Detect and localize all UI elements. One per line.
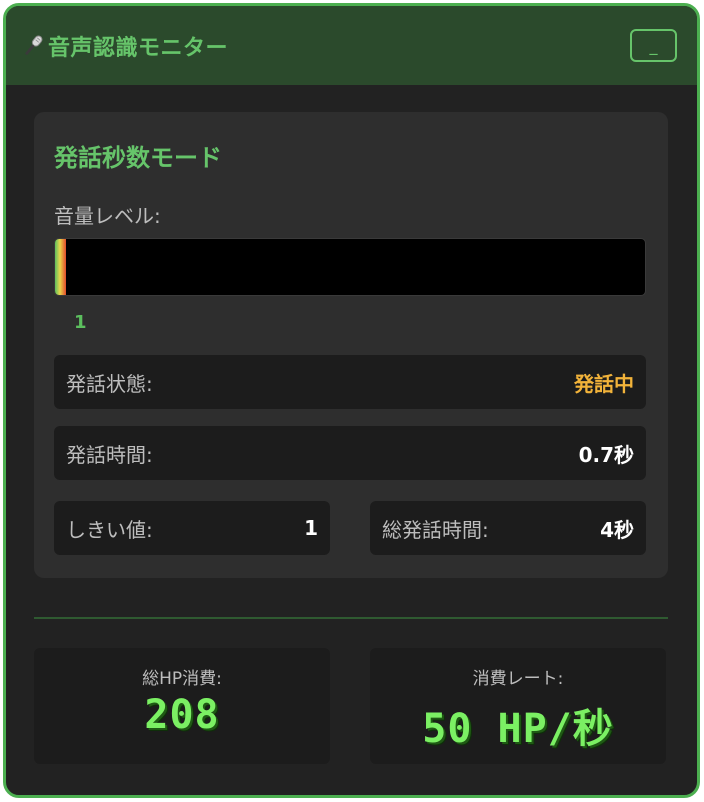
volume-level-label: 音量レベル: <box>54 204 161 228</box>
total-speech-label: 総発話時間: <box>382 517 489 542</box>
threshold-label: しきい値: <box>66 517 153 542</box>
minimize-button[interactable]: _ <box>630 29 677 62</box>
total-speech-value: 4秒 <box>600 517 634 542</box>
consumption-rate-label: 消費レート: <box>472 669 564 689</box>
title-bar[interactable]: 音声認識モニター _ <box>6 6 697 85</box>
volume-meter <box>54 238 646 296</box>
threshold-value: 1 <box>304 516 318 540</box>
speech-time-row: 発話時間: 0.7秒 <box>54 426 646 480</box>
volume-meter-fill <box>55 239 67 295</box>
total-hp-label: 総HP消費: <box>142 669 222 689</box>
section-divider <box>34 617 668 619</box>
mode-title: 発話秒数モード <box>54 144 222 172</box>
speech-time-label: 発話時間: <box>66 442 153 467</box>
voice-monitor-window: 音声認識モニター _ 発話秒数モード 音量レベル: 1 発話状態: 発話中 発話… <box>3 3 700 798</box>
total-hp-box: 総HP消費: 208 <box>34 648 330 764</box>
consumption-rate-box: 消費レート: 50 HP/秒 <box>370 648 666 764</box>
speech-state-value: 発話中 <box>574 371 634 396</box>
speech-state-label: 発話状態: <box>66 371 153 396</box>
speech-state-row: 発話状態: 発話中 <box>54 355 646 409</box>
volume-level-value: 1 <box>74 312 87 333</box>
total-speech-row: 総発話時間: 4秒 <box>370 501 646 555</box>
consumption-rate-value: 50 HP/秒 <box>422 706 614 752</box>
window-title: 音声認識モニター <box>48 35 229 61</box>
speech-time-value: 0.7秒 <box>578 442 634 467</box>
microphone-icon <box>25 34 43 55</box>
threshold-row: しきい値: 1 <box>54 501 330 555</box>
total-hp-value: 208 <box>144 692 220 738</box>
speech-seconds-panel: 発話秒数モード 音量レベル: 1 発話状態: 発話中 発話時間: 0.7秒 しき… <box>34 112 668 578</box>
